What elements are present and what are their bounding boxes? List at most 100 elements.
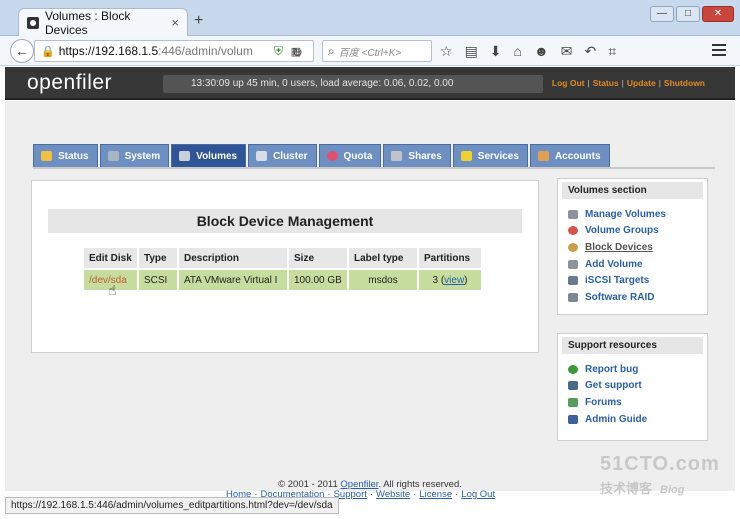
close-window-button[interactable]: ✕ [702,6,734,22]
minimize-button[interactable]: — [650,6,674,22]
tab-services[interactable]: Services [452,144,528,168]
column-header: Description [179,248,287,268]
sidebar-item-label: Forums [585,396,622,408]
tab-label: Status [58,150,89,162]
back-button[interactable]: ← [10,39,34,63]
browser-navbar: ← 🔒 https://192.168.1.5:446/admin/volum … [0,36,740,66]
tab-label: Cluster [273,150,308,162]
sidebar-item-get-support[interactable]: Get support [568,378,707,395]
tab-shares[interactable]: Shares [383,144,451,168]
tab-close-icon[interactable]: × [171,15,179,30]
update-link[interactable]: Update [627,78,656,88]
page-title: Block Device Management [48,209,522,233]
tab-system[interactable]: System [99,144,170,168]
disk-type: SCSI [139,270,177,290]
view-partitions-link[interactable]: view [444,275,464,286]
footer-logout-link[interactable]: Log Out [461,489,495,500]
sidebar-item-label: Get support [585,380,642,392]
reading-list-icon[interactable]: ▤ [465,43,478,60]
search-input[interactable]: ⌕ 百度 <Ctrl+K> [322,40,432,62]
shield-icon[interactable]: ⛨ [274,44,283,59]
block-devices-icon [568,242,578,252]
browser-tab[interactable]: Volumes : Block Devices × [18,8,188,37]
sidebar-item-block-devices[interactable]: Block Devices [568,239,707,256]
admin-guide-icon [568,414,578,424]
lock-icon: 🔒 [41,45,55,58]
system-icon [107,151,119,161]
system-status-text: 13:30:09 up 45 min, 0 users, load averag… [163,75,543,93]
sidebar-item-label: Block Devices [585,241,653,253]
openfiler-header: openfiler 13:30:09 up 45 min, 0 users, l… [5,67,735,100]
toolbar-icons: ☆ ▤ ⬇ ⌂ ☻ ✉ ↶ ⌗ [440,43,616,60]
footer-license-link[interactable]: License [419,489,452,500]
tab-volumes[interactable]: Volumes [171,144,247,168]
shares-icon [391,151,403,161]
reload-icon[interactable]: ↻ [292,45,303,61]
chat-icon[interactable]: ☻ [534,43,549,60]
openfiler-logo: openfiler [27,71,113,94]
support-icon [568,381,578,391]
disk-label-type: msdos [349,270,417,290]
sidebar-item-manage-volumes[interactable]: Manage Volumes [568,206,707,223]
maximize-button[interactable]: □ [676,6,700,22]
watermark-chinese: 技术博客 [600,481,653,496]
sidebar-item-report-bug[interactable]: Report bug [568,361,707,378]
comment-icon[interactable]: ✉ [561,43,573,60]
hand-cursor-icon: ☝ [108,282,117,298]
column-header: Partitions [419,248,481,268]
column-header: Edit Disk [84,248,137,268]
software-raid-icon [568,292,578,302]
bookmark-star-icon[interactable]: ☆ [440,43,453,60]
sidebar-item-volume-groups[interactable]: Volume Groups [568,223,707,240]
menu-icon[interactable] [712,44,726,59]
status-link[interactable]: Status [593,78,619,88]
tab-label: Shares [408,150,442,162]
volumes-icon [179,151,191,161]
partitions-close: ) [464,274,468,286]
watermark: 51CTO.com 技术博客 Blog [600,453,720,497]
sidebar-item-software-raid[interactable]: Software RAID [568,289,707,306]
home-icon[interactable]: ⌂ [514,43,522,60]
sidebar-item-iscsi-targets[interactable]: iSCSI Targets [568,272,707,289]
undo-icon[interactable]: ↶ [584,43,596,60]
watermark-line1: 51CTO.com [600,453,720,475]
volumes-section-box: Volumes section Manage Volumes Volume Gr… [557,178,708,315]
forums-icon [568,397,578,407]
sidebar-item-admin-guide[interactable]: Admin Guide [568,411,707,428]
tab-cluster[interactable]: Cluster [248,144,317,168]
sidebar-item-label: Manage Volumes [585,208,666,220]
sidebar-item-forums[interactable]: Forums [568,394,707,411]
logout-link[interactable]: Log Out [552,78,585,88]
watermark-line2: 技术博客 Blog [600,478,720,497]
url-host: https://192.168.1.5 [58,44,159,58]
column-header: Label type [349,248,417,268]
services-icon [460,151,472,161]
address-bar[interactable]: 🔒 https://192.168.1.5:446/admin/volum ⛨ … [34,40,314,62]
browser-titlebar: Volumes : Block Devices × + — □ ✕ [0,0,740,37]
sidebar-item-add-volume[interactable]: Add Volume [568,256,707,273]
new-tab-button[interactable]: + [194,12,203,30]
footer-website-link[interactable]: Website [376,489,410,500]
crop-icon[interactable]: ⌗ [608,43,616,60]
support-resources-title: Support resources [562,337,703,354]
tab-divider [33,167,715,169]
table-header-row: Edit Disk Type Description Size Label ty… [84,248,481,268]
download-icon[interactable]: ⬇ [490,43,502,60]
link-status-bar: https://192.168.1.5:446/admin/volumes_ed… [5,497,339,514]
top-links: Log Out | Status | Update | Shutdown [551,78,705,88]
sidebar-item-label: Report bug [585,363,639,375]
tab-accounts[interactable]: Accounts [529,144,610,168]
sidebar-item-label: Volume Groups [585,225,659,237]
sidebar-item-label: Software RAID [585,291,655,303]
window-controls: — □ ✕ [650,6,734,22]
column-header: Type [139,248,177,268]
tab-status[interactable]: Status [33,144,98,168]
shutdown-link[interactable]: Shutdown [664,78,705,88]
volumes-section-title: Volumes section [562,182,703,199]
partitions-count: 3 ( [432,274,445,286]
tab-label: Accounts [554,150,601,162]
manage-volumes-icon [568,209,578,219]
tab-quota[interactable]: Quota [318,144,382,168]
quota-icon [326,151,338,161]
sidebar-item-label: iSCSI Targets [585,275,650,287]
